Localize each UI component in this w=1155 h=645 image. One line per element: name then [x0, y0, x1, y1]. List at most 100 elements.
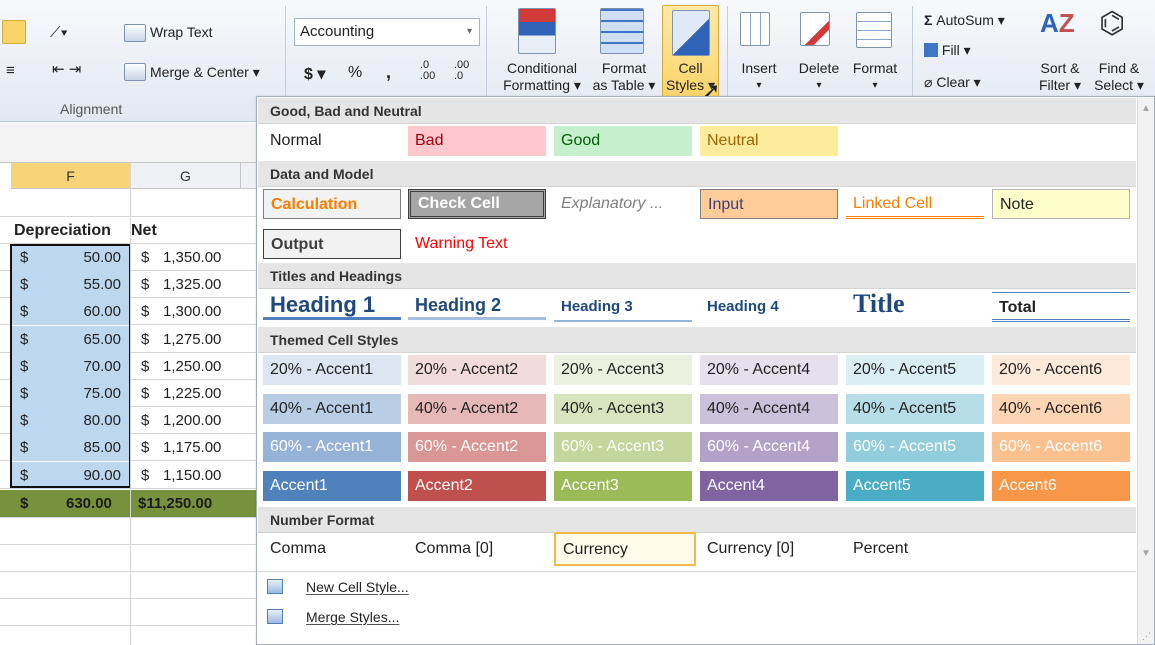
- style-output[interactable]: Output: [263, 229, 401, 259]
- style-heading-1[interactable]: Heading 1: [263, 290, 401, 320]
- style-title[interactable]: Title: [846, 286, 984, 322]
- resize-grip-icon[interactable]: ⋰: [1142, 631, 1151, 642]
- format-as-table-button[interactable]: Format as Table ▾: [588, 60, 660, 94]
- new-cell-style-menu-item[interactable]: New Cell Style...: [258, 572, 1136, 602]
- net-cell[interactable]: $1,275.00: [131, 326, 241, 353]
- depreciation-value: 75.00: [83, 385, 121, 402]
- scroll-up-icon[interactable]: ▲: [1139, 100, 1153, 118]
- style-accent20-3[interactable]: 20% - Accent3: [554, 355, 692, 385]
- net-cell[interactable]: $1,225.00: [131, 380, 241, 407]
- currency-format-button[interactable]: $ ▾: [304, 64, 325, 84]
- depreciation-cell[interactable]: $90.00: [11, 461, 129, 489]
- increase-decimal-button[interactable]: .0 .00: [420, 60, 446, 82]
- style-heading-4[interactable]: Heading 4: [700, 292, 838, 322]
- style-calculation[interactable]: Calculation: [263, 189, 401, 219]
- net-cell[interactable]: $1,250.00: [131, 353, 241, 380]
- scroll-down-icon[interactable]: ▼: [1139, 545, 1153, 563]
- style-linked-cell[interactable]: Linked Cell: [846, 189, 984, 219]
- net-cell[interactable]: $1,150.00: [131, 462, 241, 489]
- depreciation-cell[interactable]: $70.00: [11, 352, 129, 380]
- style-accent60-3[interactable]: 60% - Accent3: [554, 432, 692, 462]
- net-cell[interactable]: $1,350.00: [131, 244, 241, 271]
- style-accent60-6[interactable]: 60% - Accent6: [992, 432, 1130, 462]
- style-explanatory[interactable]: Explanatory ...: [554, 189, 692, 219]
- style-warning-text[interactable]: Warning Text: [408, 229, 546, 259]
- depreciation-cell[interactable]: $85.00: [11, 434, 129, 462]
- gallery-scrollbar[interactable]: ▲ ▼: [1137, 98, 1154, 644]
- depreciation-cell[interactable]: $75.00: [11, 380, 129, 407]
- style-note[interactable]: Note: [992, 189, 1130, 219]
- style-accent100-1[interactable]: Accent1: [263, 470, 401, 501]
- net-cell[interactable]: $1,175.00: [131, 434, 241, 461]
- style-neutral[interactable]: Neutral: [700, 126, 838, 156]
- style-heading-2[interactable]: Heading 2: [408, 290, 546, 320]
- column-header-g[interactable]: G: [131, 163, 241, 189]
- merge-styles-menu-item[interactable]: Merge Styles...: [258, 602, 1136, 632]
- insert-button[interactable]: Insert ▾: [732, 60, 786, 94]
- style-normal[interactable]: Normal: [263, 126, 401, 156]
- style-accent40-4[interactable]: 40% - Accent4: [700, 393, 838, 424]
- wrap-text-button[interactable]: Wrap Text: [150, 24, 213, 40]
- style-accent60-5[interactable]: 60% - Accent5: [846, 432, 984, 462]
- sort-filter-button[interactable]: Sort & Filter ▾: [1032, 60, 1088, 94]
- depreciation-header[interactable]: Depreciation: [14, 217, 111, 244]
- indent-icons[interactable]: ⇤ ⇥: [52, 60, 81, 78]
- number-format-select[interactable]: Accounting ▾: [294, 18, 480, 46]
- depreciation-cell[interactable]: $60.00: [11, 298, 129, 326]
- style-comma[interactable]: Comma: [263, 534, 401, 564]
- style-accent40-3[interactable]: 40% - Accent3: [554, 393, 692, 424]
- style-accent20-2[interactable]: 20% - Accent2: [408, 355, 546, 385]
- net-header[interactable]: Net: [131, 217, 157, 244]
- style-accent20-6[interactable]: 20% - Accent6: [992, 355, 1130, 385]
- style-percent[interactable]: Percent: [846, 534, 984, 564]
- fill-button[interactable]: Fill ▾: [924, 42, 971, 59]
- clear-button[interactable]: ⌀ Clear ▾: [924, 74, 981, 91]
- style-accent100-2[interactable]: Accent2: [408, 470, 546, 501]
- percent-button[interactable]: %: [348, 64, 362, 82]
- net-cell[interactable]: $1,200.00: [131, 407, 241, 434]
- conditional-formatting-button[interactable]: Conditional Formatting ▾: [492, 60, 592, 94]
- style-accent60-4[interactable]: 60% - Accent4: [700, 432, 838, 462]
- style-accent100-3[interactable]: Accent3: [554, 470, 692, 501]
- style-accent20-5[interactable]: 20% - Accent5: [846, 355, 984, 385]
- style-accent60-2[interactable]: 60% - Accent2: [408, 432, 546, 462]
- depreciation-cell[interactable]: $65.00: [11, 325, 129, 353]
- net-cell[interactable]: $1,300.00: [131, 298, 241, 325]
- align-right-icon[interactable]: [2, 20, 26, 44]
- worksheet-grid[interactable]: F G Depreciation Net $50.00 $1,350.00 $55.…: [0, 123, 258, 645]
- net-cell[interactable]: $1,325.00: [131, 271, 241, 298]
- justify-icon[interactable]: ≡: [6, 62, 15, 79]
- autosum-button[interactable]: Σ AutoSum ▾: [924, 12, 1005, 29]
- style-heading-3[interactable]: Heading 3: [554, 292, 692, 322]
- style-accent40-6[interactable]: 40% - Accent6: [992, 393, 1130, 424]
- style-accent20-4[interactable]: 20% - Accent4: [700, 355, 838, 385]
- total-row[interactable]: $ 630.00 $11,250.00: [0, 490, 258, 518]
- depreciation-cell[interactable]: $55.00: [11, 271, 129, 299]
- style-accent20-1[interactable]: 20% - Accent1: [263, 355, 401, 385]
- depreciation-cell[interactable]: $50.00: [11, 244, 129, 271]
- style-total[interactable]: Total: [992, 292, 1130, 322]
- style-comma-0[interactable]: Comma [0]: [408, 534, 546, 564]
- style-currency-0[interactable]: Currency [0]: [700, 534, 838, 564]
- style-accent40-1[interactable]: 40% - Accent1: [263, 393, 401, 424]
- comma-button[interactable]: ,: [386, 62, 391, 83]
- style-input[interactable]: Input: [700, 189, 838, 219]
- find-select-button[interactable]: Find & Select ▾: [1090, 60, 1148, 94]
- style-check-cell[interactable]: Check Cell: [408, 189, 546, 219]
- delete-button[interactable]: Delete ▾: [792, 60, 846, 94]
- style-accent100-4[interactable]: Accent4: [700, 470, 838, 501]
- format-button[interactable]: Format ▾: [846, 60, 904, 94]
- depreciation-cell[interactable]: $80.00: [11, 407, 129, 435]
- orientation-icon[interactable]: ⟋▾: [50, 24, 68, 41]
- column-header-f[interactable]: F: [11, 163, 131, 189]
- style-bad[interactable]: Bad: [408, 126, 546, 156]
- style-good[interactable]: Good: [554, 126, 692, 156]
- style-accent40-5[interactable]: 40% - Accent5: [846, 393, 984, 424]
- style-accent100-5[interactable]: Accent5: [846, 470, 984, 501]
- style-accent60-1[interactable]: 60% - Accent1: [263, 432, 401, 462]
- style-accent100-6[interactable]: Accent6: [992, 470, 1130, 501]
- style-accent40-2[interactable]: 40% - Accent2: [408, 393, 546, 424]
- style-currency[interactable]: Currency: [554, 532, 696, 566]
- merge-center-button[interactable]: Merge & Center ▾: [150, 64, 260, 81]
- decrease-decimal-button[interactable]: .00 .0: [454, 60, 480, 82]
